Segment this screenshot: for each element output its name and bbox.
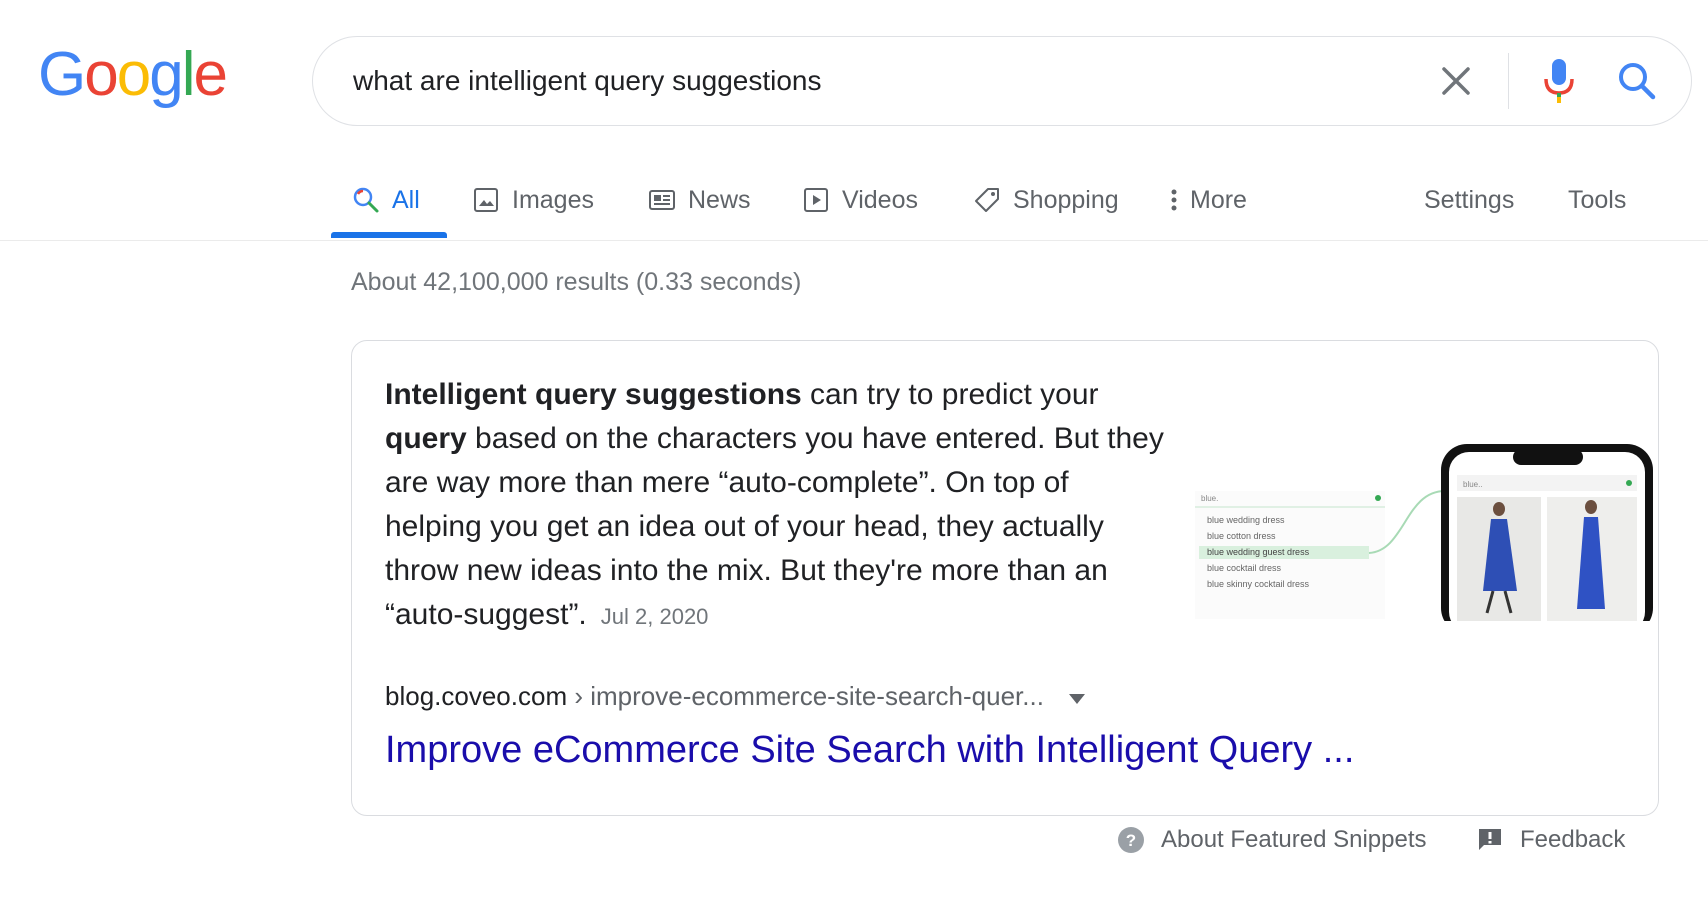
logo-letter: l [181, 40, 196, 109]
thumbnail-illustration: blue. blue wedding dress blue cotton dre… [1195, 441, 1655, 621]
logo-letter: o [84, 40, 119, 109]
tab-label: Videos [842, 185, 918, 214]
snippet-date: Jul 2, 2020 [600, 604, 709, 629]
source-path: › improve-ecommerce-site-search-quer... [574, 681, 1044, 711]
thumb-suggestion: blue wedding guest dress [1207, 547, 1310, 557]
tab-label: Shopping [1013, 185, 1119, 214]
more-vert-icon [1171, 189, 1177, 211]
logo-letter: o [116, 40, 152, 109]
help-icon: ? [1118, 827, 1144, 853]
tab-label: Images [512, 185, 594, 214]
tools-link[interactable]: Tools [1568, 178, 1626, 222]
triangle-down-icon [1069, 693, 1086, 704]
close-icon [1442, 67, 1470, 95]
settings-link[interactable]: Settings [1424, 178, 1514, 222]
search-tabs: All Images News Videos Shopping More Set… [0, 150, 1708, 241]
tab-videos[interactable]: Videos [802, 178, 918, 222]
thumb-typed: blue. [1201, 494, 1218, 503]
search-button[interactable] [1613, 57, 1661, 105]
result-title-link[interactable]: Improve eCommerce Site Search with Intel… [385, 729, 1354, 772]
search-icon [353, 187, 379, 213]
thumb-suggestion: blue skinny cocktail dress [1207, 579, 1310, 589]
search-input[interactable]: what are intelligent query suggestions [353, 65, 822, 97]
clear-button[interactable] [1434, 59, 1478, 103]
settings-label: Settings [1424, 185, 1515, 214]
snippet-bold: query [385, 422, 467, 455]
google-logo[interactable]: Google [38, 40, 228, 110]
play-icon [804, 188, 828, 212]
active-tab-indicator [331, 232, 447, 238]
snippet-text: Intelligent query suggestions can try to… [385, 373, 1165, 639]
logo-letter: e [193, 40, 228, 109]
feedback-link[interactable]: Feedback [1476, 826, 1625, 854]
result-source[interactable]: blog.coveo.com › improve-ecommerce-site-… [385, 681, 1086, 712]
tab-label: More [1190, 185, 1247, 214]
feedback-label: Feedback [1520, 826, 1626, 853]
search-box[interactable]: what are intelligent query suggestions [312, 36, 1692, 126]
tab-shopping[interactable]: Shopping [973, 178, 1119, 222]
tag-icon [975, 188, 999, 212]
thumb-suggestion: blue cocktail dress [1207, 563, 1282, 573]
snippet-run: can try to predict your [801, 378, 1099, 411]
search-icon [1619, 63, 1656, 100]
snippet-bold: Intelligent query suggestions [385, 378, 802, 411]
source-domain: blog.coveo.com [385, 681, 568, 711]
tab-images[interactable]: Images [472, 178, 594, 222]
about-label: About Featured Snippets [1161, 826, 1427, 853]
snippet-thumbnail[interactable]: blue. blue wedding dress blue cotton dre… [1195, 441, 1655, 621]
voice-search-button[interactable] [1539, 55, 1579, 107]
tab-more[interactable]: More [1168, 178, 1247, 222]
result-stats: About 42,100,000 results (0.33 seconds) [351, 268, 802, 296]
image-icon [474, 188, 498, 212]
tab-news[interactable]: News [648, 178, 751, 222]
featured-snippet: Intelligent query suggestions can try to… [351, 340, 1659, 816]
logo-letter: G [38, 40, 86, 109]
tools-label: Tools [1568, 185, 1627, 214]
tab-label: News [688, 185, 751, 214]
newspaper-icon [649, 190, 675, 210]
search-divider [1508, 53, 1509, 109]
result-options-button[interactable] [1069, 688, 1086, 709]
feedback-icon [1479, 829, 1501, 850]
tab-label: All [392, 185, 420, 214]
snippet-run: based on the characters you have entered… [385, 422, 1164, 631]
logo-letter: g [149, 40, 184, 109]
microphone-icon [1544, 59, 1574, 103]
about-featured-snippets[interactable]: ? About Featured Snippets [1117, 826, 1427, 854]
thumb-phone-query: blue.. [1463, 480, 1483, 489]
svg-text:?: ? [1126, 831, 1136, 850]
thumb-suggestion: blue wedding dress [1207, 515, 1285, 525]
thumb-suggestion: blue cotton dress [1207, 531, 1276, 541]
tab-all[interactable]: All [352, 178, 420, 222]
